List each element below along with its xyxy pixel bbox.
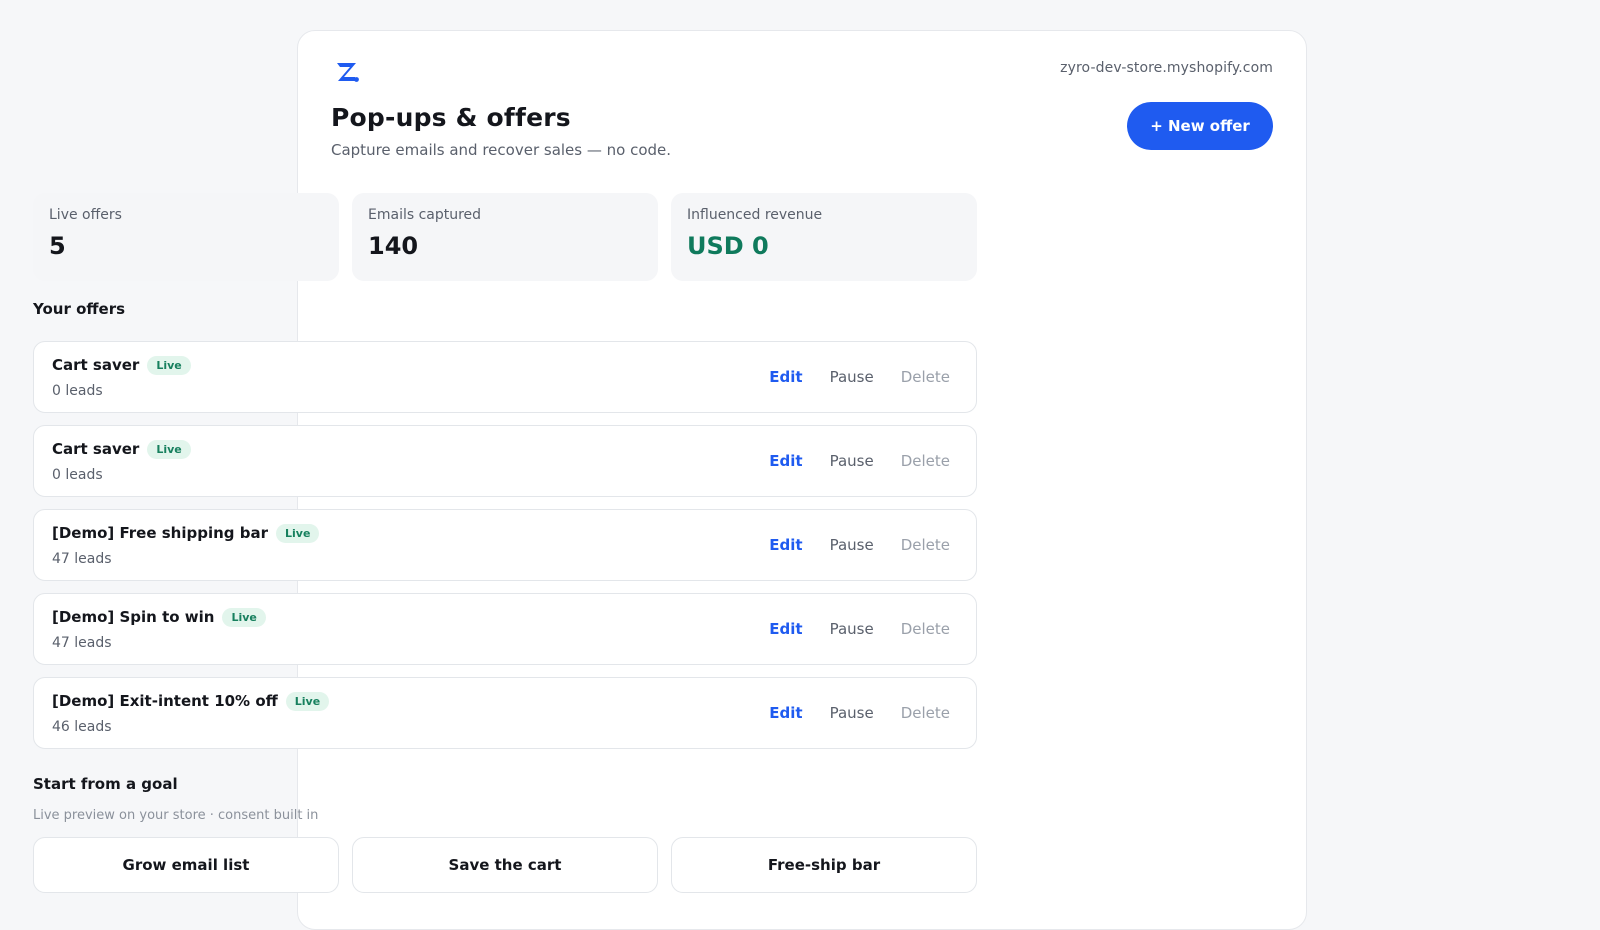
offer-name: Cart saver xyxy=(52,356,140,374)
offer-row: Cart saver Live 0 leads Edit Pause Delete xyxy=(33,341,977,413)
offer-name-line: Cart saver Live xyxy=(52,440,191,459)
offer-actions: Edit Pause Delete xyxy=(769,452,950,470)
offer-actions: Edit Pause Delete xyxy=(769,704,950,722)
store-domain: zyro-dev-store.myshopify.com xyxy=(1060,60,1273,76)
goal-free-ship-bar-button[interactable]: Free-ship bar xyxy=(671,837,977,893)
goal-grow-email-list-button[interactable]: Grow email list xyxy=(33,837,339,893)
offer-actions: Edit Pause Delete xyxy=(769,368,950,386)
offer-leads: 0 leads xyxy=(52,383,103,399)
pause-button[interactable]: Pause xyxy=(830,704,874,722)
status-badge: Live xyxy=(147,440,191,459)
status-badge: Live xyxy=(222,608,266,627)
offers-list: Cart saver Live 0 leads Edit Pause Delete… xyxy=(33,341,977,761)
delete-button[interactable]: Delete xyxy=(901,620,950,638)
offer-row: [Demo] Spin to win Live 47 leads Edit Pau… xyxy=(33,593,977,665)
pause-button[interactable]: Pause xyxy=(830,536,874,554)
delete-button[interactable]: Delete xyxy=(901,704,950,722)
edit-button[interactable]: Edit xyxy=(769,704,802,722)
offer-leads: 0 leads xyxy=(52,467,103,483)
edit-button[interactable]: Edit xyxy=(769,452,802,470)
pause-button[interactable]: Pause xyxy=(830,620,874,638)
stat-live-offers: Live offers 5 xyxy=(33,193,339,281)
pause-button[interactable]: Pause xyxy=(830,368,874,386)
top-bar: zyro-dev-store.myshopify.com xyxy=(331,31,1273,91)
offer-actions: Edit Pause Delete xyxy=(769,536,950,554)
offer-name-line: Cart saver Live xyxy=(52,356,191,375)
edit-button[interactable]: Edit xyxy=(769,368,802,386)
stat-label: Influenced revenue xyxy=(687,207,823,223)
goals-row: Grow email list Save the cart Free-ship … xyxy=(33,837,977,893)
edit-button[interactable]: Edit xyxy=(769,536,802,554)
delete-button[interactable]: Delete xyxy=(901,452,950,470)
stat-value: 140 xyxy=(368,232,419,260)
stat-influenced-revenue: Influenced revenue USD 0 xyxy=(671,193,977,281)
offers-section-title: Your offers xyxy=(33,300,126,318)
offer-name-line: [Demo] Free shipping bar Live xyxy=(52,524,320,543)
offer-row: [Demo] Exit-intent 10% off Live 46 leads … xyxy=(33,677,977,749)
offer-name-line: [Demo] Exit-intent 10% off Live xyxy=(52,692,330,711)
status-badge: Live xyxy=(285,692,330,711)
stat-emails-captured: Emails captured 140 xyxy=(352,193,658,281)
delete-button[interactable]: Delete xyxy=(901,368,950,386)
offer-actions: Edit Pause Delete xyxy=(769,620,950,638)
offer-leads: 46 leads xyxy=(52,719,112,735)
stat-value: 5 xyxy=(49,232,66,260)
offer-name-line: [Demo] Spin to win Live xyxy=(52,608,266,627)
page-subtitle: Capture emails and recover sales — no co… xyxy=(331,141,672,159)
edit-button[interactable]: Edit xyxy=(769,620,802,638)
offer-name: [Demo] Free shipping bar xyxy=(52,524,269,542)
status-badge: Live xyxy=(147,356,191,375)
new-offer-button[interactable]: + New offer xyxy=(1127,102,1273,150)
stat-value: USD 0 xyxy=(687,232,769,260)
goals-hint: Live preview on your store · consent bui… xyxy=(33,808,319,823)
zyro-z-logo-icon xyxy=(337,63,359,82)
delete-button[interactable]: Delete xyxy=(901,536,950,554)
offer-name: Cart saver xyxy=(52,440,140,458)
goal-save-the-cart-button[interactable]: Save the cart xyxy=(352,837,658,893)
stats-row: Live offers 5 Emails captured 140 Influe… xyxy=(33,193,977,281)
stat-label: Emails captured xyxy=(368,207,482,223)
offer-name: [Demo] Exit-intent 10% off xyxy=(52,692,278,710)
status-badge: Live xyxy=(276,524,320,543)
stat-label: Live offers xyxy=(49,207,122,223)
offer-name: [Demo] Spin to win xyxy=(52,608,215,626)
offer-leads: 47 leads xyxy=(52,551,112,567)
offer-row: Cart saver Live 0 leads Edit Pause Delete xyxy=(33,425,977,497)
goals-section-title: Start from a goal xyxy=(33,775,178,793)
pause-button[interactable]: Pause xyxy=(830,452,874,470)
page-title: Pop-ups & offers xyxy=(331,103,571,132)
offer-row: [Demo] Free shipping bar Live 47 leads Ed… xyxy=(33,509,977,581)
offer-leads: 47 leads xyxy=(52,635,112,651)
